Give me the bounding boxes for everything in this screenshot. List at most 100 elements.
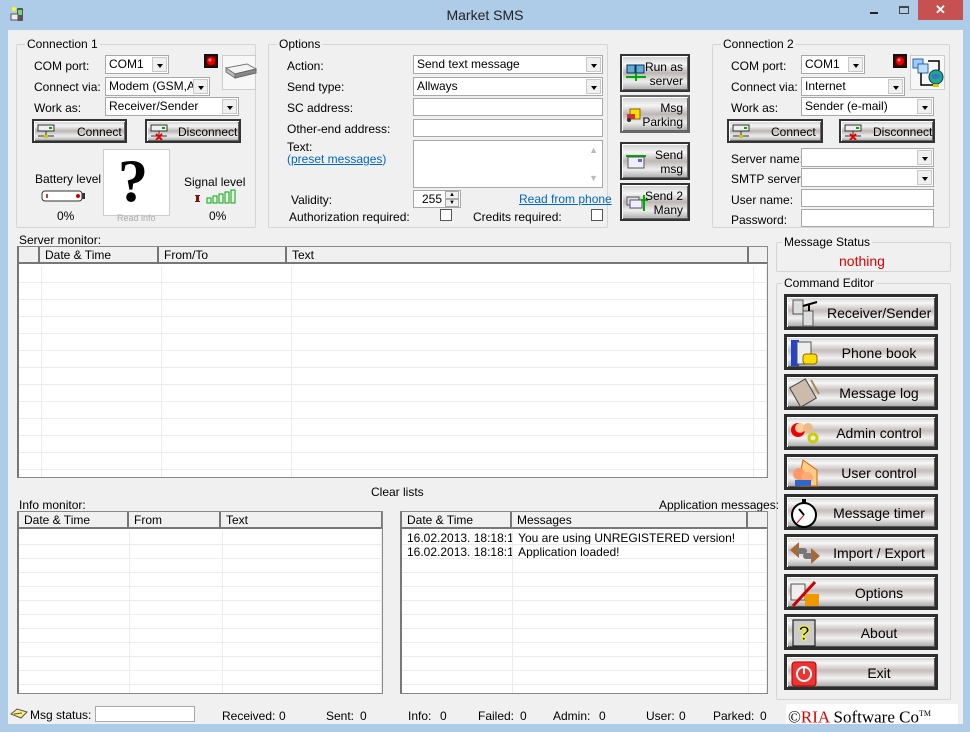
command-button-receiver-sender[interactable]: Receiver/Sender: [784, 294, 938, 330]
close-button[interactable]: ✕: [918, 0, 963, 20]
chevron-down-icon[interactable]: [586, 57, 601, 72]
scroll-up-icon[interactable]: ▲: [589, 143, 598, 157]
server-col-extra[interactable]: [749, 247, 767, 263]
app-message-row[interactable]: [402, 657, 767, 671]
info-monitor-row[interactable]: [19, 615, 382, 629]
server-monitor-row[interactable]: [19, 419, 767, 436]
info-col-from[interactable]: From: [129, 512, 221, 528]
chevron-down-icon[interactable]: [193, 79, 208, 94]
app-message-row[interactable]: 16.02.2013. 18:18:14 Application loaded!: [402, 545, 767, 559]
command-button-about[interactable]: ? About: [784, 614, 938, 650]
password-input[interactable]: [801, 209, 934, 227]
chevron-down-icon[interactable]: [888, 79, 903, 94]
validity-spinner[interactable]: 255 ▲ ▼: [413, 190, 461, 208]
app-col-extra[interactable]: [748, 512, 767, 528]
command-button-import-export[interactable]: Import / Export: [784, 534, 938, 570]
c1-connect-via-select[interactable]: Modem (GSM,AT): [105, 77, 210, 96]
server-monitor-table[interactable]: Date & Time From/To Text: [17, 246, 768, 478]
info-monitor-row[interactable]: [19, 531, 382, 545]
app-message-row[interactable]: [402, 559, 767, 573]
read-info-button[interactable]: ?: [103, 149, 170, 216]
preset-messages-link[interactable]: preset messages: [291, 152, 382, 166]
sc-address-input[interactable]: [413, 98, 603, 116]
maximize-button[interactable]: [890, 0, 918, 20]
command-button-options[interactable]: Options: [784, 574, 938, 610]
app-col-datetime[interactable]: Date & Time: [402, 512, 512, 528]
command-button-exit[interactable]: Exit: [784, 654, 938, 690]
clear-lists-button[interactable]: Clear lists: [371, 485, 424, 499]
chevron-down-icon[interactable]: [152, 57, 167, 72]
chevron-down-icon[interactable]: [586, 79, 601, 94]
c2-disconnect-button[interactable]: Disconnect: [839, 119, 935, 143]
server-monitor-row[interactable]: [19, 266, 767, 283]
chevron-down-icon[interactable]: [222, 99, 237, 114]
c2-connect-button[interactable]: Connect: [727, 119, 823, 143]
server-name-select[interactable]: [801, 148, 934, 167]
command-button-admin-control[interactable]: Admin control: [784, 414, 938, 450]
app-message-row[interactable]: [402, 643, 767, 657]
chevron-down-icon[interactable]: [917, 170, 932, 185]
scroll-down-icon[interactable]: ▼: [589, 171, 598, 185]
c1-work-as-select[interactable]: Receiver/Sender: [105, 97, 239, 116]
read-from-phone-link[interactable]: Read from phone: [519, 192, 612, 206]
server-monitor-row[interactable]: [19, 351, 767, 368]
server-monitor-row[interactable]: [19, 368, 767, 385]
info-monitor-row[interactable]: [19, 601, 382, 615]
info-monitor-row[interactable]: [19, 671, 382, 685]
info-monitor-row[interactable]: [19, 657, 382, 671]
server-monitor-row[interactable]: [19, 453, 767, 470]
info-monitor-row[interactable]: [19, 685, 382, 693]
info-monitor-table[interactable]: Date & Time From Text: [17, 511, 383, 694]
send-2-many-button[interactable]: Send 2 Many: [620, 183, 690, 221]
run-as-server-button[interactable]: Run as server: [620, 54, 690, 92]
server-monitor-row[interactable]: [19, 317, 767, 334]
c1-com-port-select[interactable]: COM1: [105, 55, 169, 74]
info-monitor-row[interactable]: [19, 559, 382, 573]
app-messages-table[interactable]: Date & Time Messages 16.02.2013. 18:18:1…: [400, 511, 768, 694]
authorization-checkbox[interactable]: [440, 209, 452, 221]
server-monitor-row[interactable]: [19, 470, 767, 477]
msg-parking-button[interactable]: Msg Parking: [620, 95, 690, 133]
app-message-row[interactable]: [402, 615, 767, 629]
server-monitor-row[interactable]: [19, 402, 767, 419]
smtp-server-select[interactable]: [801, 168, 934, 187]
server-monitor-row[interactable]: [19, 300, 767, 317]
app-col-messages[interactable]: Messages: [512, 512, 748, 528]
other-end-address-input[interactable]: [413, 119, 603, 137]
spin-down-icon[interactable]: ▼: [445, 199, 459, 207]
command-button-user-control[interactable]: User control: [784, 454, 938, 490]
minimize-button[interactable]: [860, 0, 888, 20]
info-col-datetime[interactable]: Date & Time: [19, 512, 129, 528]
app-message-row[interactable]: [402, 671, 767, 685]
server-monitor-row[interactable]: [19, 385, 767, 402]
send-msg-button[interactable]: Send msg: [620, 142, 690, 180]
server-monitor-row[interactable]: [19, 436, 767, 453]
c2-work-as-select[interactable]: Sender (e-mail): [801, 97, 934, 116]
chevron-down-icon[interactable]: [917, 99, 932, 114]
chevron-down-icon[interactable]: [917, 150, 932, 165]
info-monitor-row[interactable]: [19, 629, 382, 643]
app-message-row[interactable]: [402, 629, 767, 643]
info-monitor-row[interactable]: [19, 573, 382, 587]
credits-checkbox[interactable]: [591, 209, 603, 221]
app-message-row[interactable]: [402, 601, 767, 615]
app-message-row[interactable]: [402, 685, 767, 693]
chevron-down-icon[interactable]: [848, 57, 863, 72]
user-name-input[interactable]: [801, 189, 934, 207]
app-message-row[interactable]: 16.02.2013. 18:18:14 You are using UNREGI…: [402, 531, 767, 545]
server-col-indicator[interactable]: [19, 247, 40, 263]
info-monitor-row[interactable]: [19, 545, 382, 559]
server-col-fromto[interactable]: From/To: [159, 247, 287, 263]
info-col-text[interactable]: Text: [221, 512, 382, 528]
c2-connect-via-select[interactable]: Internet: [801, 77, 905, 96]
command-button-phone-book[interactable]: Phone book: [784, 334, 938, 370]
info-monitor-row[interactable]: [19, 587, 382, 601]
app-message-row[interactable]: [402, 587, 767, 601]
c2-com-port-select[interactable]: COM1: [801, 55, 865, 74]
server-col-datetime[interactable]: Date & Time: [40, 247, 159, 263]
spin-up-icon[interactable]: ▲: [445, 191, 459, 199]
server-monitor-row[interactable]: [19, 334, 767, 351]
app-message-row[interactable]: [402, 573, 767, 587]
c1-connect-button[interactable]: Connect: [32, 119, 127, 143]
message-text-area[interactable]: ▲ ▼: [413, 140, 603, 188]
